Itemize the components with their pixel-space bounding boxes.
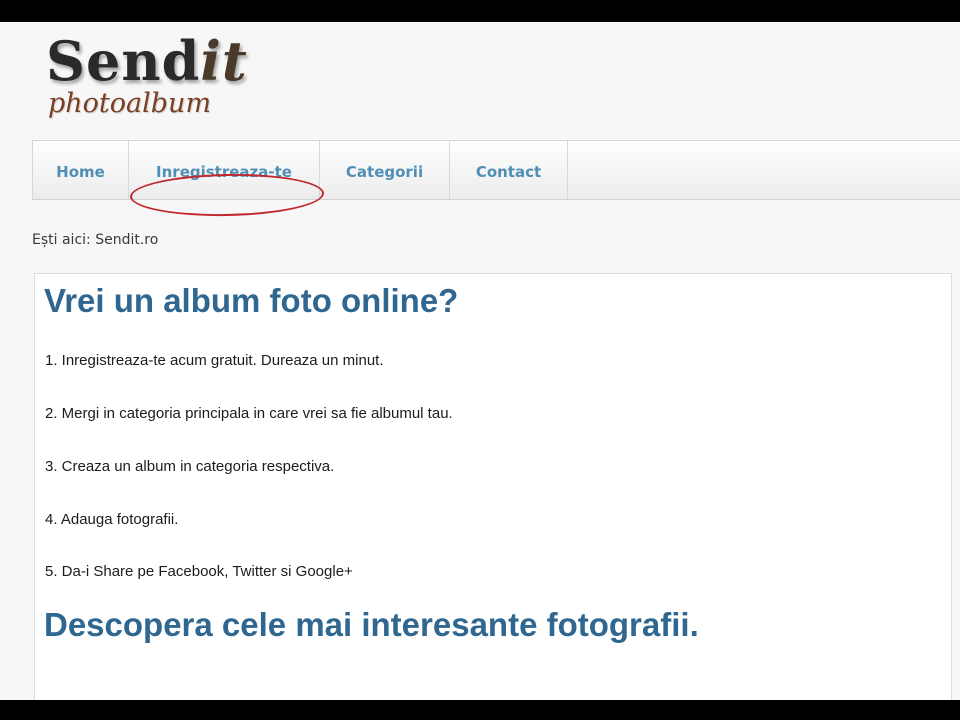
step-item-3: 3. Creaza un album in categoria respecti… — [45, 458, 335, 475]
nav-item-contact[interactable]: Contact — [450, 141, 568, 199]
step-item-5: 5. Da-i Share pe Facebook, Twitter si Go… — [45, 563, 353, 580]
logo-tagline: photoalbum — [48, 88, 212, 119]
step-item-2: 2. Mergi in categoria principala in care… — [45, 405, 453, 422]
page-title: Vrei un album foto online? — [44, 282, 459, 319]
logo-wordmark-prefix: Send — [46, 29, 201, 93]
section-heading-discover: Descopera cele mai interesante fotografi… — [44, 606, 699, 643]
step-item-4: 4. Adauga fotografii. — [45, 511, 179, 528]
nav-item-home[interactable]: Home — [33, 141, 129, 199]
nav-item-categories[interactable]: Categorii — [320, 141, 450, 199]
logo-wordmark: Sendit — [46, 32, 248, 90]
logo-wordmark-suffix: it — [200, 29, 248, 93]
browser-viewport: Sendit photoalbum Home Inregistreaza-te … — [0, 22, 960, 700]
main-content-panel: Vrei un album foto online? 1. Inregistre… — [34, 273, 952, 700]
breadcrumb: Ești aici: Sendit.ro — [32, 232, 159, 248]
site-logo[interactable]: Sendit photoalbum — [46, 32, 248, 118]
step-item-1: 1. Inregistreaza-te acum gratuit. Dureaz… — [45, 352, 384, 369]
